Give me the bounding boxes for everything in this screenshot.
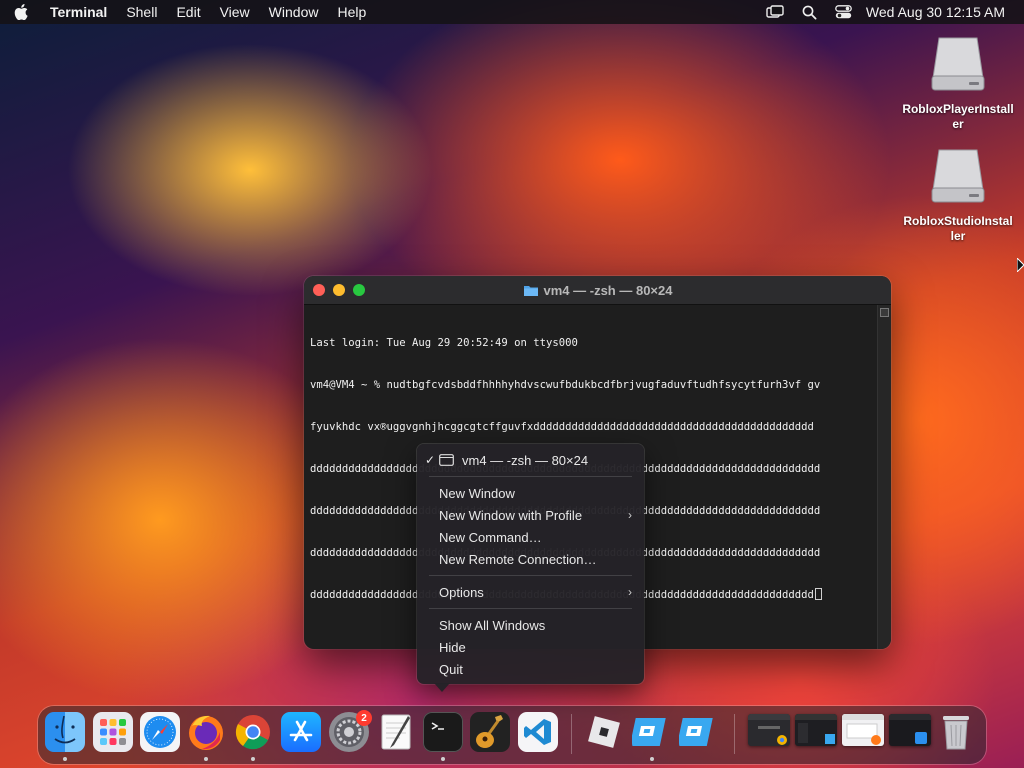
dock-textedit-icon[interactable] (376, 712, 416, 752)
disk-image-icon (929, 146, 987, 206)
dock-roblox-player-icon[interactable] (584, 712, 624, 752)
dock-divider (734, 714, 735, 754)
notification-badge: 2 (356, 710, 372, 726)
dock-minimized-window-studio[interactable] (795, 714, 837, 746)
menu-item-new-window[interactable]: New Window (417, 482, 644, 504)
menu-item-label: New Window (439, 485, 515, 501)
menu-separator (429, 575, 632, 576)
menu-app-name[interactable]: Terminal (50, 4, 107, 20)
screen-mirroring-icon[interactable] (766, 5, 784, 19)
terminal-title: vm4 — -zsh — 80×24 (304, 283, 891, 298)
dock-minimized-window-firefox[interactable] (842, 714, 884, 746)
menu-bar-clock[interactable]: Wed Aug 30 12:15 AM (866, 4, 1005, 20)
dock-garageband-icon[interactable] (470, 712, 510, 752)
terminal-titlebar[interactable]: vm4 — -zsh — 80×24 (304, 276, 891, 305)
dock-finder-icon[interactable] (45, 712, 85, 752)
mouse-pointer-icon (1016, 256, 1024, 277)
chevron-right-icon: › (628, 508, 632, 522)
dock-minimized-window-chrome[interactable] (748, 714, 790, 746)
dock-safari-icon[interactable] (140, 712, 180, 752)
terminal-cursor (814, 588, 822, 600)
menu-separator (429, 476, 632, 477)
scrollbar-split-icon[interactable] (880, 308, 889, 317)
menu-help[interactable]: Help (337, 4, 366, 20)
running-indicator (650, 757, 654, 761)
running-indicator (204, 757, 208, 761)
dock-roblox-studio-2-icon[interactable] (679, 712, 719, 752)
checkmark-icon: ✓ (425, 453, 436, 467)
dock-vscode-icon[interactable] (518, 712, 558, 752)
desktop-icon-roblox-player-installer[interactable]: RobloxPlayerInstaller (898, 34, 1018, 132)
menu-item-label: Hide (439, 639, 466, 655)
menu-separator (429, 608, 632, 609)
dock-divider (571, 714, 572, 754)
menu-bar: Terminal Shell Edit View Window Help Wed… (0, 0, 1024, 24)
menu-item-quit[interactable]: Quit (417, 658, 644, 680)
close-window-button[interactable] (313, 284, 325, 296)
running-indicator (63, 757, 67, 761)
menu-item-options[interactable]: Options › (417, 581, 644, 603)
chevron-right-icon: › (628, 585, 632, 599)
terminal-line: Last login: Tue Aug 29 20:52:49 on ttys0… (310, 337, 578, 349)
context-menu-pointer (434, 683, 450, 692)
dock-terminal-icon[interactable] (423, 712, 463, 752)
minimize-window-button[interactable] (333, 284, 345, 296)
menu-window[interactable]: Window (269, 4, 319, 20)
menu-item-new-remote-connection[interactable]: New Remote Connection… (417, 548, 644, 570)
menu-item-label: Show All Windows (439, 617, 546, 633)
apple-menu-icon[interactable] (14, 4, 28, 20)
window-icon (439, 454, 454, 466)
menu-item-hide[interactable]: Hide (417, 636, 644, 658)
dock-roblox-studio-icon[interactable] (632, 712, 672, 752)
menu-item-current-window[interactable]: ✓ vm4 — -zsh — 80×24 (417, 449, 644, 471)
dock-launchpad-icon[interactable] (93, 712, 133, 752)
menu-edit[interactable]: Edit (176, 4, 200, 20)
desktop-icon-label: RobloxStudioInstaller (903, 214, 1013, 243)
menu-item-new-window-with-profile[interactable]: New Window with Profile › (417, 504, 644, 526)
spotlight-search-icon[interactable] (802, 5, 817, 20)
dock-minimized-window-finder[interactable] (889, 714, 931, 746)
zoom-window-button[interactable] (353, 284, 365, 296)
menu-item-label: New Window with Profile (439, 507, 583, 523)
menu-shell[interactable]: Shell (126, 4, 157, 20)
dock-app-store-icon[interactable] (281, 712, 321, 752)
terminal-line: fyuvkhdc vx®uggvgnhjhcggcgtcffguvfxddddd… (310, 421, 814, 433)
terminal-line: vm4@VM4 ~ % nudtbgfcvdsbddfhhhhyhdvscwuf… (310, 379, 821, 391)
menu-item-label: New Remote Connection… (439, 551, 597, 567)
menu-item-show-all-windows[interactable]: Show All Windows (417, 614, 644, 636)
menu-view[interactable]: View (220, 4, 250, 20)
desktop-icon-label: RobloxPlayerInstaller (902, 102, 1014, 131)
terminal-scrollbar[interactable] (877, 305, 891, 649)
menu-item-label: Quit (439, 661, 463, 677)
menu-item-label: New Command… (439, 529, 542, 545)
window-controls (313, 284, 373, 296)
dock: 2 (38, 706, 986, 764)
menu-item-new-command[interactable]: New Command… (417, 526, 644, 548)
control-center-icon[interactable] (835, 5, 852, 19)
terminal-title-text: vm4 — -zsh — 80×24 (543, 282, 673, 298)
menu-item-label: vm4 — -zsh — 80×24 (462, 452, 589, 468)
folder-icon (523, 284, 539, 297)
desktop-icon-roblox-studio-installer[interactable]: RobloxStudioInstaller (898, 146, 1018, 244)
dock-context-menu: ✓ vm4 — -zsh — 80×24 New Window New Wind… (417, 444, 644, 684)
dock-trash-icon[interactable] (936, 712, 976, 752)
disk-image-icon (929, 34, 987, 94)
menu-item-label: Options (439, 584, 484, 600)
dock-chrome-icon[interactable] (233, 712, 273, 752)
dock-firefox-icon[interactable] (186, 712, 226, 752)
running-indicator (251, 757, 255, 761)
running-indicator (441, 757, 445, 761)
